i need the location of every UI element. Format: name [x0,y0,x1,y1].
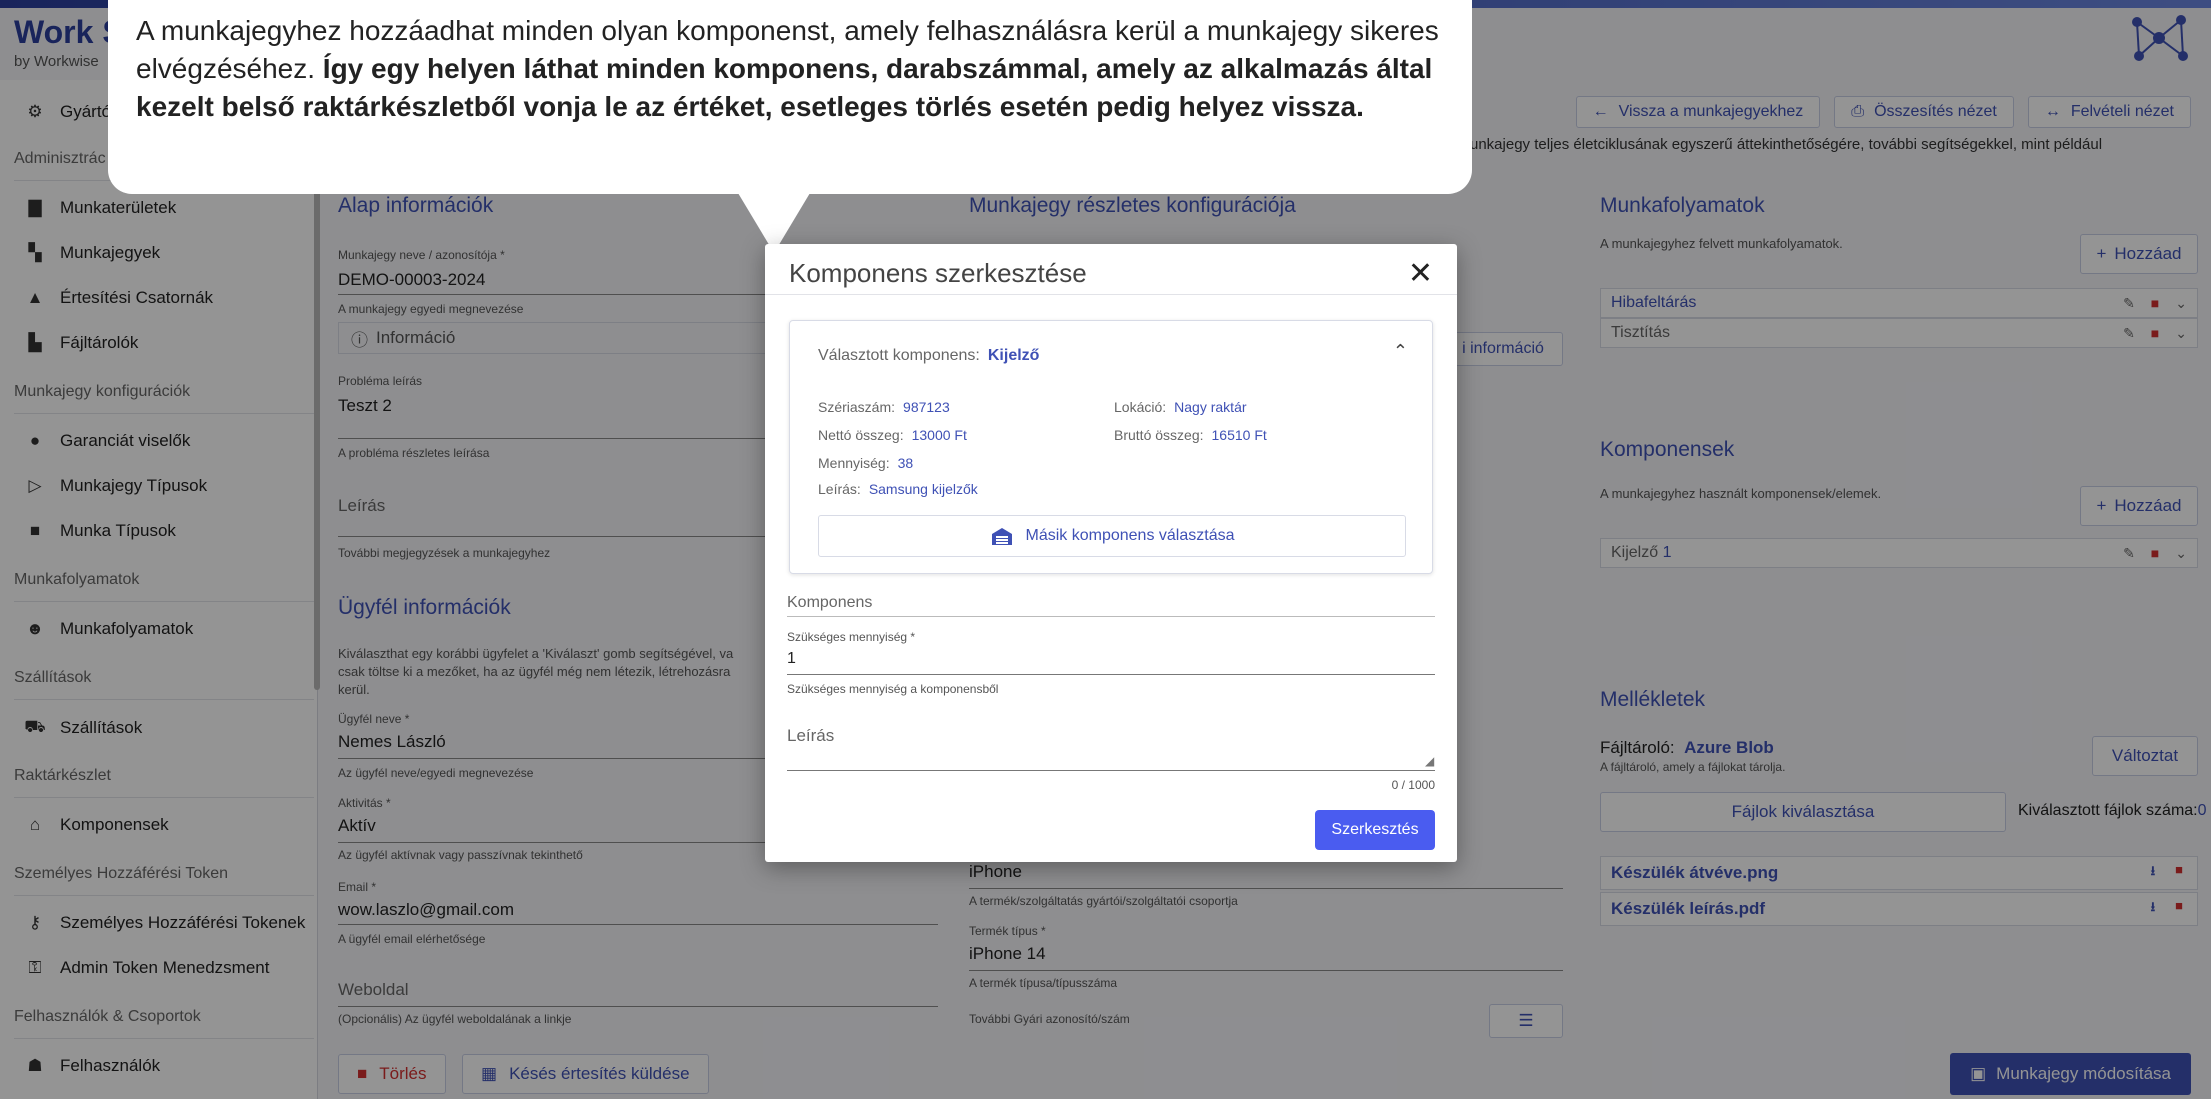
submit-edit-button[interactable]: Szerkesztés [1315,810,1435,850]
description-textarea[interactable]: Leírás [787,726,834,746]
desc-value: Samsung kijelzők [868,481,978,497]
field-underline [787,616,1435,617]
qty-value: 38 [897,455,914,471]
net-amount: Nettó összeg: 13000 Ft [818,427,967,443]
desc-label: Leírás: [818,481,861,497]
location-label: Lokáció: [1114,399,1167,415]
selected-component-card: Választott komponens: Kijelző ⌃ Szériasz… [789,320,1433,574]
serial-number: Szériaszám: 987123 [818,399,950,415]
gross-label: Bruttó összeg: [1114,427,1204,443]
choose-other-component-button[interactable]: Másik komponens választása [818,515,1406,557]
net-value: 13000 Ft [911,427,967,443]
net-label: Nettó összeg: [818,427,904,443]
required-qty-label: Szükséges mennyiség * [787,630,916,644]
required-qty-input[interactable]: 1 [787,650,796,668]
edit-component-dialog: Komponens szerkesztése ✕ Választott komp… [765,244,1457,862]
callout-bold-text: Így egy helyen láthat minden komponens, … [136,53,1433,122]
qty-label: Mennyiség: [818,455,890,471]
gross-amount: Bruttó összeg: 16510 Ft [1114,427,1267,443]
button-label: Másik komponens választása [1025,527,1235,544]
location-value: Nagy raktár [1174,399,1247,415]
serial-value: 987123 [903,399,950,415]
location: Lokáció: Nagy raktár [1114,399,1247,415]
component-select[interactable]: Komponens [787,594,872,612]
divider [765,294,1457,295]
warehouse-icon [991,528,1012,545]
serial-label: Szériaszám: [818,399,896,415]
tutorial-callout: A munkajegyhez hozzáadhat minden olyan k… [108,0,1472,194]
gross-value: 16510 Ft [1211,427,1267,443]
selected-component: Választott komponens: Kijelző [818,347,1039,365]
component-description: Leírás: Samsung kijelzők [818,481,978,497]
stock-quantity: Mennyiség: 38 [818,455,913,471]
selected-component-value: Kijelző [987,347,1040,364]
dialog-title: Komponens szerkesztése [789,258,1087,288]
resize-handle-icon[interactable]: ◢ [1425,754,1434,768]
field-underline [787,674,1435,675]
field-underline [787,770,1435,771]
required-qty-hint: Szükséges mennyiség a komponensből [787,682,999,696]
close-icon[interactable]: ✕ [1408,256,1433,291]
char-counter: 0 / 1000 [1391,778,1435,792]
selected-component-label: Választott komponens: [818,347,980,364]
chevron-up-icon[interactable]: ⌃ [1393,341,1408,362]
